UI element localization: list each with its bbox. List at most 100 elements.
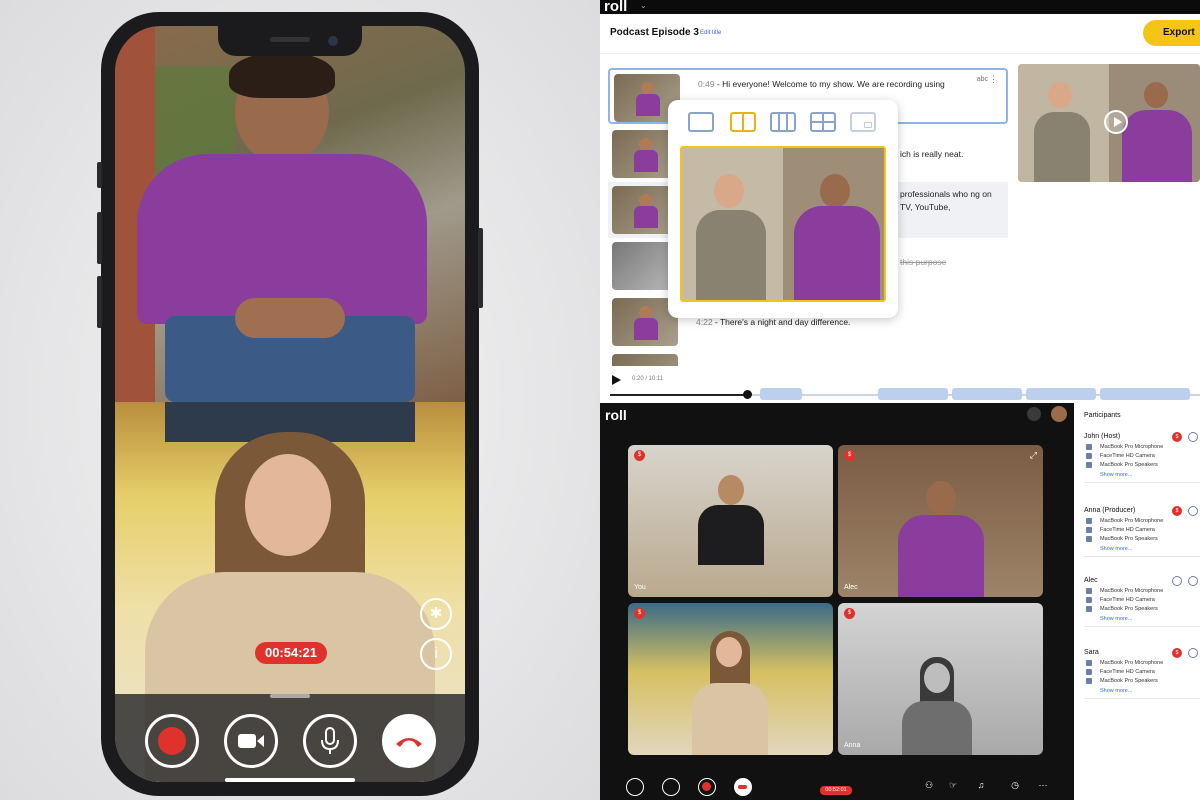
- avatar[interactable]: [1051, 406, 1067, 422]
- camera-status-icon[interactable]: [1188, 576, 1198, 586]
- device-row: MacBook Pro Speakers: [1084, 535, 1200, 544]
- microphone-button[interactable]: [303, 714, 357, 768]
- participant-entry[interactable]: Anna (Producer) $ MacBook Pro Microphone…: [1084, 505, 1200, 557]
- layout-single-icon[interactable]: [688, 112, 714, 132]
- options-icon[interactable]: ⋯: [1036, 780, 1050, 792]
- timeline-scrubber[interactable]: [743, 390, 752, 399]
- video-tile[interactable]: $ You: [628, 445, 833, 597]
- participant-head: [245, 454, 331, 556]
- tile-name-label: You: [634, 584, 646, 591]
- play-icon[interactable]: [612, 375, 621, 385]
- record-button[interactable]: [698, 778, 716, 796]
- tile-name-label: Alec: [844, 584, 858, 591]
- record-button[interactable]: [145, 714, 199, 768]
- editor-header: Podcast Episode 3 Edit title Export: [600, 14, 1200, 54]
- preview-head: [820, 174, 850, 208]
- phone-screen: ✱ i 00:54:21: [115, 26, 465, 782]
- timeline-segment[interactable]: [1100, 388, 1190, 400]
- camera-status-icon[interactable]: [1188, 432, 1198, 442]
- video-tile[interactable]: $: [628, 603, 833, 755]
- camera-button[interactable]: [224, 714, 278, 768]
- video-tile[interactable]: $ Anna: [838, 603, 1043, 755]
- layout-split-icon[interactable]: [730, 112, 756, 132]
- camera-icon: [1086, 669, 1092, 675]
- export-button[interactable]: Export: [1143, 20, 1200, 46]
- device-row: MacBook Pro Microphone: [1084, 443, 1200, 452]
- playback-timeline: 0:20 / 10:11: [600, 366, 1200, 403]
- timeline-segment[interactable]: [878, 388, 948, 400]
- participant-entry[interactable]: Sara $ MacBook Pro Microphone FaceTime H…: [1084, 647, 1200, 699]
- roll-logo[interactable]: roll: [605, 407, 627, 423]
- participant-entry[interactable]: Alec MacBook Pro Microphone FaceTime HD …: [1084, 575, 1200, 627]
- speaker-icon: [1086, 536, 1092, 542]
- roles-icon[interactable]: ☞: [946, 780, 960, 792]
- recording-indicator: $: [1172, 506, 1182, 516]
- device-row: MacBook Pro Speakers: [1084, 461, 1200, 470]
- session-timer: 00:52:01: [820, 786, 852, 795]
- expand-icon[interactable]: ⤢: [1030, 450, 1037, 461]
- camera-status-icon[interactable]: [1188, 648, 1198, 658]
- layout-picker-popover: [668, 100, 898, 318]
- playback-time: 0:20 / 10:11: [632, 376, 664, 382]
- speaker-icon: [1086, 606, 1092, 612]
- tray-handle[interactable]: [270, 694, 310, 698]
- microphone-status-icon[interactable]: [1172, 576, 1182, 586]
- device-row: FaceTime HD Camera: [1084, 526, 1200, 535]
- camera-icon: [1086, 597, 1092, 603]
- show-more-link[interactable]: Show more...: [1084, 470, 1200, 482]
- roll-logo[interactable]: roll: [604, 0, 627, 15]
- sound-board-icon[interactable]: ♫: [974, 780, 988, 792]
- edit-title-link[interactable]: Edit title: [700, 30, 721, 36]
- participant-name: Sara: [1084, 649, 1099, 656]
- preview-shirt: [1122, 110, 1192, 182]
- device-row: MacBook Pro Speakers: [1084, 605, 1200, 614]
- timeline-segment[interactable]: [760, 388, 802, 400]
- remote-video-feed: [115, 26, 465, 402]
- chevron-down-icon[interactable]: ⌄: [640, 1, 647, 10]
- show-more-link[interactable]: Show more...: [1084, 686, 1200, 698]
- recording-indicator: $: [634, 450, 645, 461]
- participant-name: John (Host): [1084, 433, 1121, 440]
- device-row: MacBook Pro Microphone: [1084, 517, 1200, 526]
- video-preview[interactable]: [1018, 64, 1200, 182]
- call-timer: 00:54:21: [255, 642, 327, 664]
- end-call-button[interactable]: [734, 778, 752, 796]
- layout-pip-icon[interactable]: [850, 112, 876, 132]
- microphone-icon[interactable]: [626, 778, 644, 796]
- info-icon[interactable]: i: [420, 638, 452, 670]
- transcript-text[interactable]: professionals who ng on TV, YouTube,: [900, 188, 1000, 214]
- participant-entry[interactable]: John (Host) $ MacBook Pro Microphone Fac…: [1084, 431, 1200, 483]
- participant-name: Alec: [1084, 577, 1098, 584]
- transcript-text[interactable]: this purpose: [900, 256, 1000, 269]
- show-more-link[interactable]: Show more...: [1084, 544, 1200, 556]
- play-icon[interactable]: [1104, 110, 1128, 134]
- microphone-icon: [1086, 588, 1092, 594]
- bluetooth-icon[interactable]: ✱: [420, 598, 452, 630]
- spellcheck-badge[interactable]: abc: [977, 76, 988, 83]
- camera-status-icon[interactable]: [1188, 506, 1198, 516]
- home-indicator[interactable]: [225, 778, 355, 782]
- device-row: FaceTime HD Camera: [1084, 596, 1200, 605]
- layout-grid-icon[interactable]: [810, 112, 836, 132]
- timeline-segment[interactable]: [1026, 388, 1096, 400]
- more-options-icon[interactable]: ⋮: [989, 74, 998, 85]
- microphone-icon: [1086, 518, 1092, 524]
- speaker-icon: [1086, 678, 1092, 684]
- video-camera-icon: [238, 734, 264, 748]
- live-session: roll $ You $ ⤢ Alec $ $ Anna 00:52:01 ⚇: [600, 403, 1200, 800]
- participant-hair: [229, 52, 335, 98]
- time-icon[interactable]: ◷: [1008, 780, 1022, 792]
- show-more-link[interactable]: Show more...: [1084, 614, 1200, 626]
- screen-share-icon[interactable]: [1027, 407, 1041, 421]
- end-call-button[interactable]: [382, 714, 436, 768]
- layout-three-icon[interactable]: [770, 112, 796, 132]
- tile-name-label: Anna: [844, 742, 861, 749]
- invite-icon[interactable]: ⚇: [922, 780, 936, 792]
- video-camera-icon[interactable]: [662, 778, 680, 796]
- transcript-text[interactable]: 0:49 - Hi everyone! Welcome to my show. …: [698, 78, 978, 91]
- device-row: MacBook Pro Microphone: [1084, 659, 1200, 668]
- timeline-segment[interactable]: [952, 388, 1022, 400]
- video-tile[interactable]: $ ⤢ Alec: [838, 445, 1043, 597]
- transcript-text[interactable]: ich is really neat.: [900, 148, 1000, 161]
- camera-icon: [1086, 527, 1092, 533]
